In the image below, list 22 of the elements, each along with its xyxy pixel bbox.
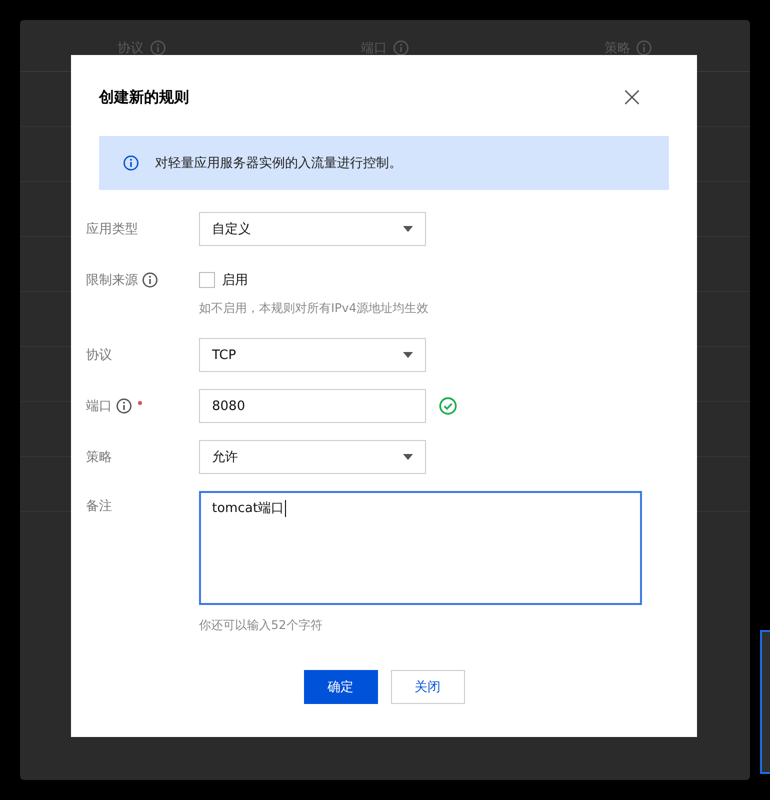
hint-text: 你还可以输入52个字符 xyxy=(199,617,324,634)
remark-field[interactable]: tomcat端口 xyxy=(199,491,642,605)
field-label: 策略 xyxy=(86,449,112,466)
dialog-title: 创建新的规则 xyxy=(99,88,189,106)
field-label: 端口 xyxy=(86,398,112,415)
caret-icon xyxy=(403,352,413,358)
input-field[interactable]: 8080 xyxy=(199,389,426,423)
hint-text: 如不启用，本规则对所有IPv4源地址均生效 xyxy=(199,300,429,317)
caret-icon xyxy=(403,226,413,232)
select-field[interactable]: 允许 xyxy=(199,440,426,474)
info-icon xyxy=(123,155,139,171)
field-label: 应用类型 xyxy=(86,221,138,238)
select-field[interactable]: 自定义 xyxy=(199,212,426,246)
field-label: 限制来源 xyxy=(86,272,138,289)
select-field[interactable]: TCP xyxy=(199,338,426,372)
caret-icon xyxy=(403,454,413,460)
notice-text: 对轻量应用服务器实例的入流量进行控制。 xyxy=(155,155,402,172)
field-label: 协议 xyxy=(86,347,112,364)
enable-checkbox[interactable]: 启用 xyxy=(199,263,429,297)
confirm-button[interactable]: 确定 xyxy=(304,670,378,704)
field-label: 备注 xyxy=(86,498,112,515)
close-button[interactable]: 关闭 xyxy=(390,670,464,704)
